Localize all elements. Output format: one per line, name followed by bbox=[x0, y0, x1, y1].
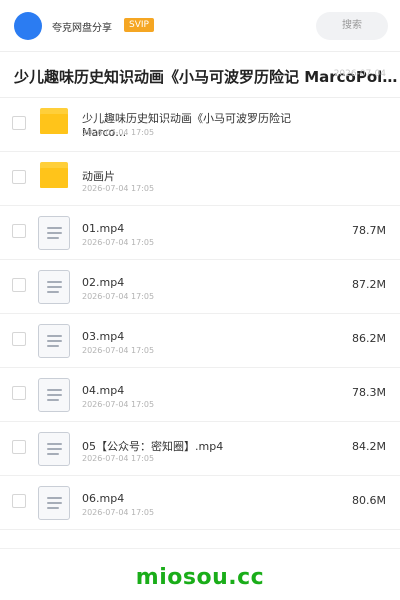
file-name[interactable]: 04.mp4 bbox=[82, 384, 350, 397]
file-list: 少儿趣味历史知识动画《小马可波罗历险记 Marco… 2026-07-04 17… bbox=[0, 98, 400, 530]
file-date: 2026-07-04 17:05 bbox=[82, 184, 155, 193]
document-icon bbox=[38, 270, 70, 304]
file-date: 2026-07-04 17:05 bbox=[82, 508, 155, 517]
list-item[interactable]: 03.mp4 2026-07-04 17:05 86.2M bbox=[0, 314, 400, 368]
svip-badge: SVIP bbox=[124, 18, 154, 32]
document-icon bbox=[38, 216, 70, 250]
file-date: 2026-07-04 17:05 bbox=[82, 128, 155, 137]
file-date: 2026-07-04 17:05 bbox=[82, 238, 155, 247]
file-name[interactable]: 动画片 bbox=[82, 168, 350, 184]
list-item[interactable]: 少儿趣味历史知识动画《小马可波罗历险记 Marco… 2026-07-04 17… bbox=[0, 98, 400, 152]
document-icon bbox=[38, 324, 70, 358]
select-checkbox[interactable] bbox=[12, 332, 26, 346]
file-date: 2026-07-04 17:05 bbox=[82, 454, 155, 463]
app-name: 夸克网盘分享 bbox=[52, 23, 112, 34]
title-row: 少儿趣味历史知识动画《小马可波罗历险记 MarcoPolo(… 2026-07-… bbox=[0, 52, 400, 98]
list-item[interactable]: 02.mp4 2026-07-04 17:05 87.2M bbox=[0, 260, 400, 314]
file-size: 78.3M bbox=[352, 386, 386, 399]
file-size: 84.2M bbox=[352, 440, 386, 453]
document-icon bbox=[38, 432, 70, 466]
file-name[interactable]: 01.mp4 bbox=[82, 222, 350, 235]
file-size: 80.6M bbox=[352, 494, 386, 507]
file-date: 2026-07-04 17:05 bbox=[82, 400, 155, 409]
select-checkbox[interactable] bbox=[12, 116, 26, 130]
document-icon bbox=[38, 378, 70, 412]
search-button[interactable]: 搜索 bbox=[316, 12, 388, 40]
select-checkbox[interactable] bbox=[12, 278, 26, 292]
file-size: 86.2M bbox=[352, 332, 386, 345]
select-checkbox[interactable] bbox=[12, 224, 26, 238]
file-name[interactable]: 06.mp4 bbox=[82, 492, 350, 505]
select-checkbox[interactable] bbox=[12, 494, 26, 508]
brand-watermark: miosou.cc bbox=[135, 565, 265, 590]
select-checkbox[interactable] bbox=[12, 386, 26, 400]
file-size: 87.2M bbox=[352, 278, 386, 291]
select-checkbox[interactable] bbox=[12, 440, 26, 454]
folder-icon bbox=[40, 162, 68, 188]
folder-icon bbox=[40, 108, 68, 134]
select-checkbox[interactable] bbox=[12, 170, 26, 184]
document-icon bbox=[38, 486, 70, 520]
file-date: 2026-07-04 17:05 bbox=[82, 292, 155, 301]
file-name[interactable]: 02.mp4 bbox=[82, 276, 350, 289]
footer: miosou.cc bbox=[0, 548, 400, 600]
list-item[interactable]: 04.mp4 2026-07-04 17:05 78.3M bbox=[0, 368, 400, 422]
share-header: 夸克网盘分享 SVIP 搜索 bbox=[0, 0, 400, 52]
list-item[interactable]: 05【公众号：密知圈】.mp4 2026-07-04 17:05 84.2M bbox=[0, 422, 400, 476]
list-item[interactable]: 动画片 2026-07-04 17:05 bbox=[0, 152, 400, 206]
file-name[interactable]: 03.mp4 bbox=[82, 330, 350, 343]
title-date: 2026-07-04 bbox=[333, 69, 386, 79]
list-item[interactable]: 06.mp4 2026-07-04 17:05 80.6M bbox=[0, 476, 400, 530]
file-name[interactable]: 05【公众号：密知圈】.mp4 bbox=[82, 438, 350, 454]
list-item[interactable]: 01.mp4 2026-07-04 17:05 78.7M bbox=[0, 206, 400, 260]
avatar[interactable] bbox=[14, 12, 42, 40]
file-date: 2026-07-04 17:05 bbox=[82, 346, 155, 355]
file-size: 78.7M bbox=[352, 224, 386, 237]
